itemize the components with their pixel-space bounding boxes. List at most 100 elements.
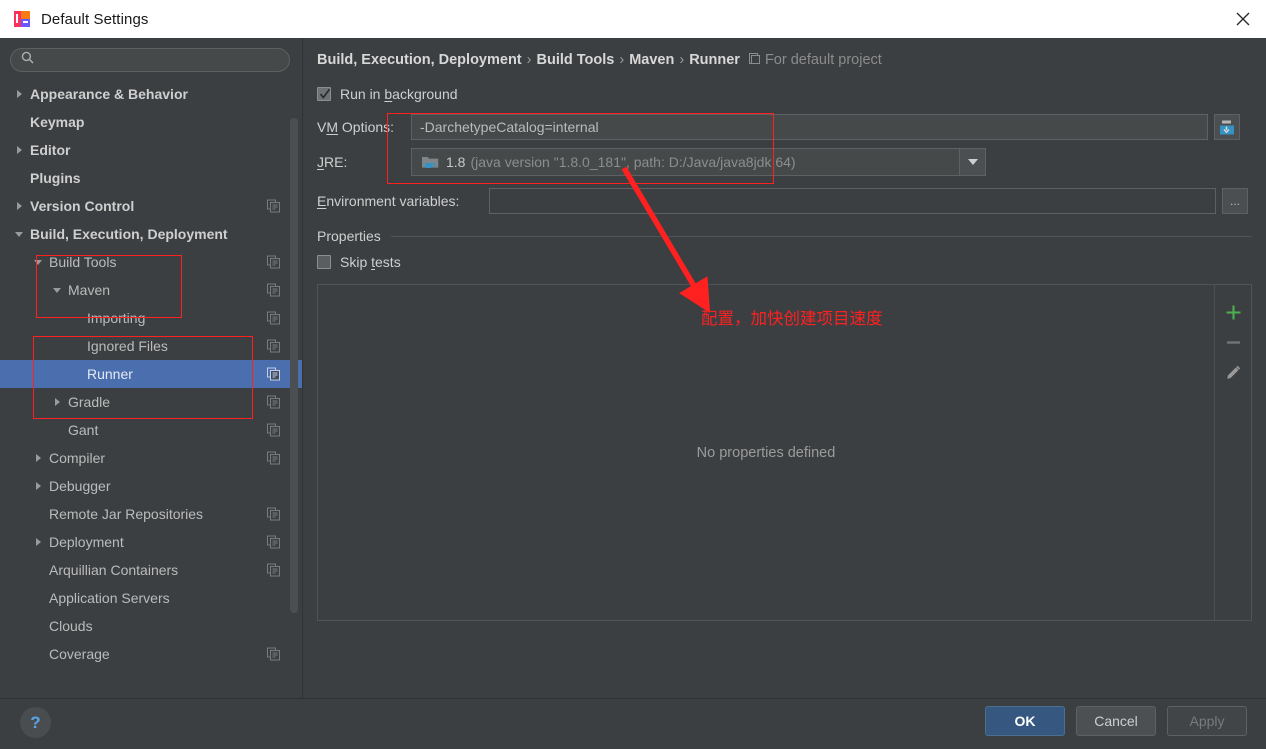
environment-variables-row: Environment variables: ... [317,188,1252,214]
sidebar-item-label: Build Tools [49,254,117,270]
chevron-right-icon[interactable] [31,451,45,465]
project-settings-copy-icon[interactable] [267,535,280,549]
sidebar-item-label: Keymap [30,114,85,130]
search-input[interactable] [40,52,260,68]
sidebar-item-ignored-files[interactable]: Ignored Files [0,332,302,360]
search-box[interactable] [10,48,290,72]
chevron-down-icon[interactable] [959,149,985,175]
jre-version: 1.8 [446,154,466,170]
run-in-background-checkbox[interactable] [317,87,331,101]
sidebar-item-label: Gant [68,422,99,438]
settings-tree: Appearance & Behavior Keymap Editor Plugins… [0,80,302,668]
project-settings-copy-icon[interactable] [267,367,280,381]
project-settings-copy-icon[interactable] [267,339,280,353]
window-title-bar: Default Settings [0,0,1266,38]
sidebar-item-label: Maven [68,282,111,298]
sidebar-item-application-servers[interactable]: Application Servers [0,584,302,612]
breadcrumb-separator: › [679,52,685,68]
sidebar-item-compiler[interactable]: Compiler [0,444,302,472]
sidebar-item-arquillian-containers[interactable]: Arquillian Containers [0,556,302,584]
breadcrumb-part-1[interactable]: Build, Execution, Deployment [317,52,522,68]
chevron-right-icon[interactable] [50,395,64,409]
sidebar-item-importing[interactable]: Importing [0,304,302,332]
breadcrumb-part-3[interactable]: Maven [629,52,674,68]
project-settings-copy-icon[interactable] [267,199,280,213]
chevron-right-icon[interactable] [31,479,45,493]
help-button[interactable]: ? [20,707,51,738]
project-settings-copy-icon[interactable] [267,311,280,325]
breadcrumb-part-2[interactable]: Build Tools [536,52,614,68]
vm-options-row: VM Options: -DarchetypeCatalog=internal [317,114,1252,140]
chevron-right-icon[interactable] [12,199,26,213]
sidebar-item-maven[interactable]: Maven [0,276,302,304]
environment-variables-input[interactable] [489,188,1216,214]
skip-tests-checkbox[interactable] [317,255,331,269]
project-settings-copy-icon[interactable] [267,395,280,409]
chevron-down-icon[interactable] [31,255,45,269]
sidebar-item-version-control[interactable]: Version Control [0,192,302,220]
ok-button[interactable]: OK [985,706,1065,736]
properties-panel-wrapper: No properties defined [317,284,1252,624]
sidebar-item-label: Clouds [49,618,93,634]
breadcrumb: Build, Execution, Deployment › Build Too… [303,38,1266,68]
chevron-down-icon[interactable] [12,227,26,241]
vm-options-input[interactable]: -DarchetypeCatalog=internal [411,114,1208,140]
jre-combobox[interactable]: 1.8 (java version "1.8.0_181", path: D:/… [411,148,986,176]
edit-property-button[interactable] [1220,357,1246,387]
project-settings-copy-icon[interactable] [267,423,280,437]
properties-group-label: Properties [317,228,381,244]
cancel-button[interactable]: Cancel [1076,706,1156,736]
remove-property-button[interactable] [1220,327,1246,357]
sidebar-scrollbar[interactable] [290,118,298,613]
project-settings-copy-icon[interactable] [267,255,280,269]
sidebar-item-label: Importing [87,310,146,326]
sidebar-item-label: Runner [87,366,133,382]
sidebar-item-label: Compiler [49,450,106,466]
sidebar-item-remote-jar-repositories[interactable]: Remote Jar Repositories [0,500,302,528]
sidebar-item-build-tools[interactable]: Build Tools [0,248,302,276]
add-property-button[interactable] [1220,297,1246,327]
jre-row: JRE: 1.8 (java version "1.8.0_181", path… [317,148,1252,176]
breadcrumb-part-4[interactable]: Runner [689,52,740,68]
project-settings-copy-icon[interactable] [267,283,280,297]
sidebar-item-label: Remote Jar Repositories [49,506,204,522]
sidebar-item-clouds[interactable]: Clouds [0,612,302,640]
sidebar-item-coverage[interactable]: Coverage [0,640,302,668]
dialog-body: Appearance & Behavior Keymap Editor Plugins… [0,38,1266,698]
sidebar-item-build-execution-deployment[interactable]: Build, Execution, Deployment [0,220,302,248]
expand-editor-icon[interactable] [1214,114,1240,140]
chevron-right-icon[interactable] [12,143,26,157]
sidebar-item-runner[interactable]: Runner [0,360,302,388]
separator-line [390,235,1252,237]
project-settings-copy-icon[interactable] [267,563,280,577]
sidebar-item-plugins[interactable]: Plugins [0,164,302,192]
breadcrumb-separator: › [619,52,625,68]
sidebar-item-editor[interactable]: Editor [0,136,302,164]
vm-options-label: VM Options: [317,119,395,135]
sidebar-item-label: Version Control [30,198,135,214]
sidebar-item-deployment[interactable]: Deployment [0,528,302,556]
environment-variables-browse-button[interactable]: ... [1222,188,1248,214]
apply-button[interactable]: Apply [1167,706,1247,736]
sidebar-item-keymap[interactable]: Keymap [0,108,302,136]
window-title: Default Settings [41,10,149,28]
chevron-right-icon[interactable] [31,535,45,549]
project-settings-copy-icon[interactable] [267,451,280,465]
sidebar-item-label: Arquillian Containers [49,562,179,578]
sidebar-item-gant[interactable]: Gant [0,416,302,444]
project-settings-copy-icon[interactable] [267,507,280,521]
sidebar-item-gradle[interactable]: Gradle [0,388,302,416]
sidebar-item-debugger[interactable]: Debugger [0,472,302,500]
sidebar-item-appearance-behavior[interactable]: Appearance & Behavior [0,80,302,108]
project-settings-copy-icon[interactable] [267,647,280,661]
chevron-down-icon[interactable] [50,283,64,297]
close-icon[interactable] [1220,0,1266,38]
sidebar-item-label: Gradle [68,394,111,410]
project-scope-icon [748,52,765,68]
sidebar-item-label: Editor [30,142,71,158]
chevron-right-icon[interactable] [12,87,26,101]
